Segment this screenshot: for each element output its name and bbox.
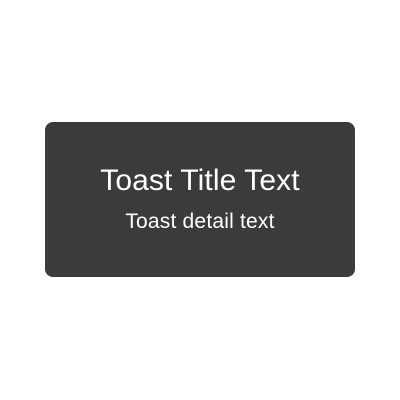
- toast-detail: Toast detail text: [125, 209, 275, 233]
- screen: Toast Title Text Toast detail text: [0, 0, 400, 400]
- toast-notification: Toast Title Text Toast detail text: [45, 122, 355, 277]
- toast-title: Toast Title Text: [100, 163, 300, 197]
